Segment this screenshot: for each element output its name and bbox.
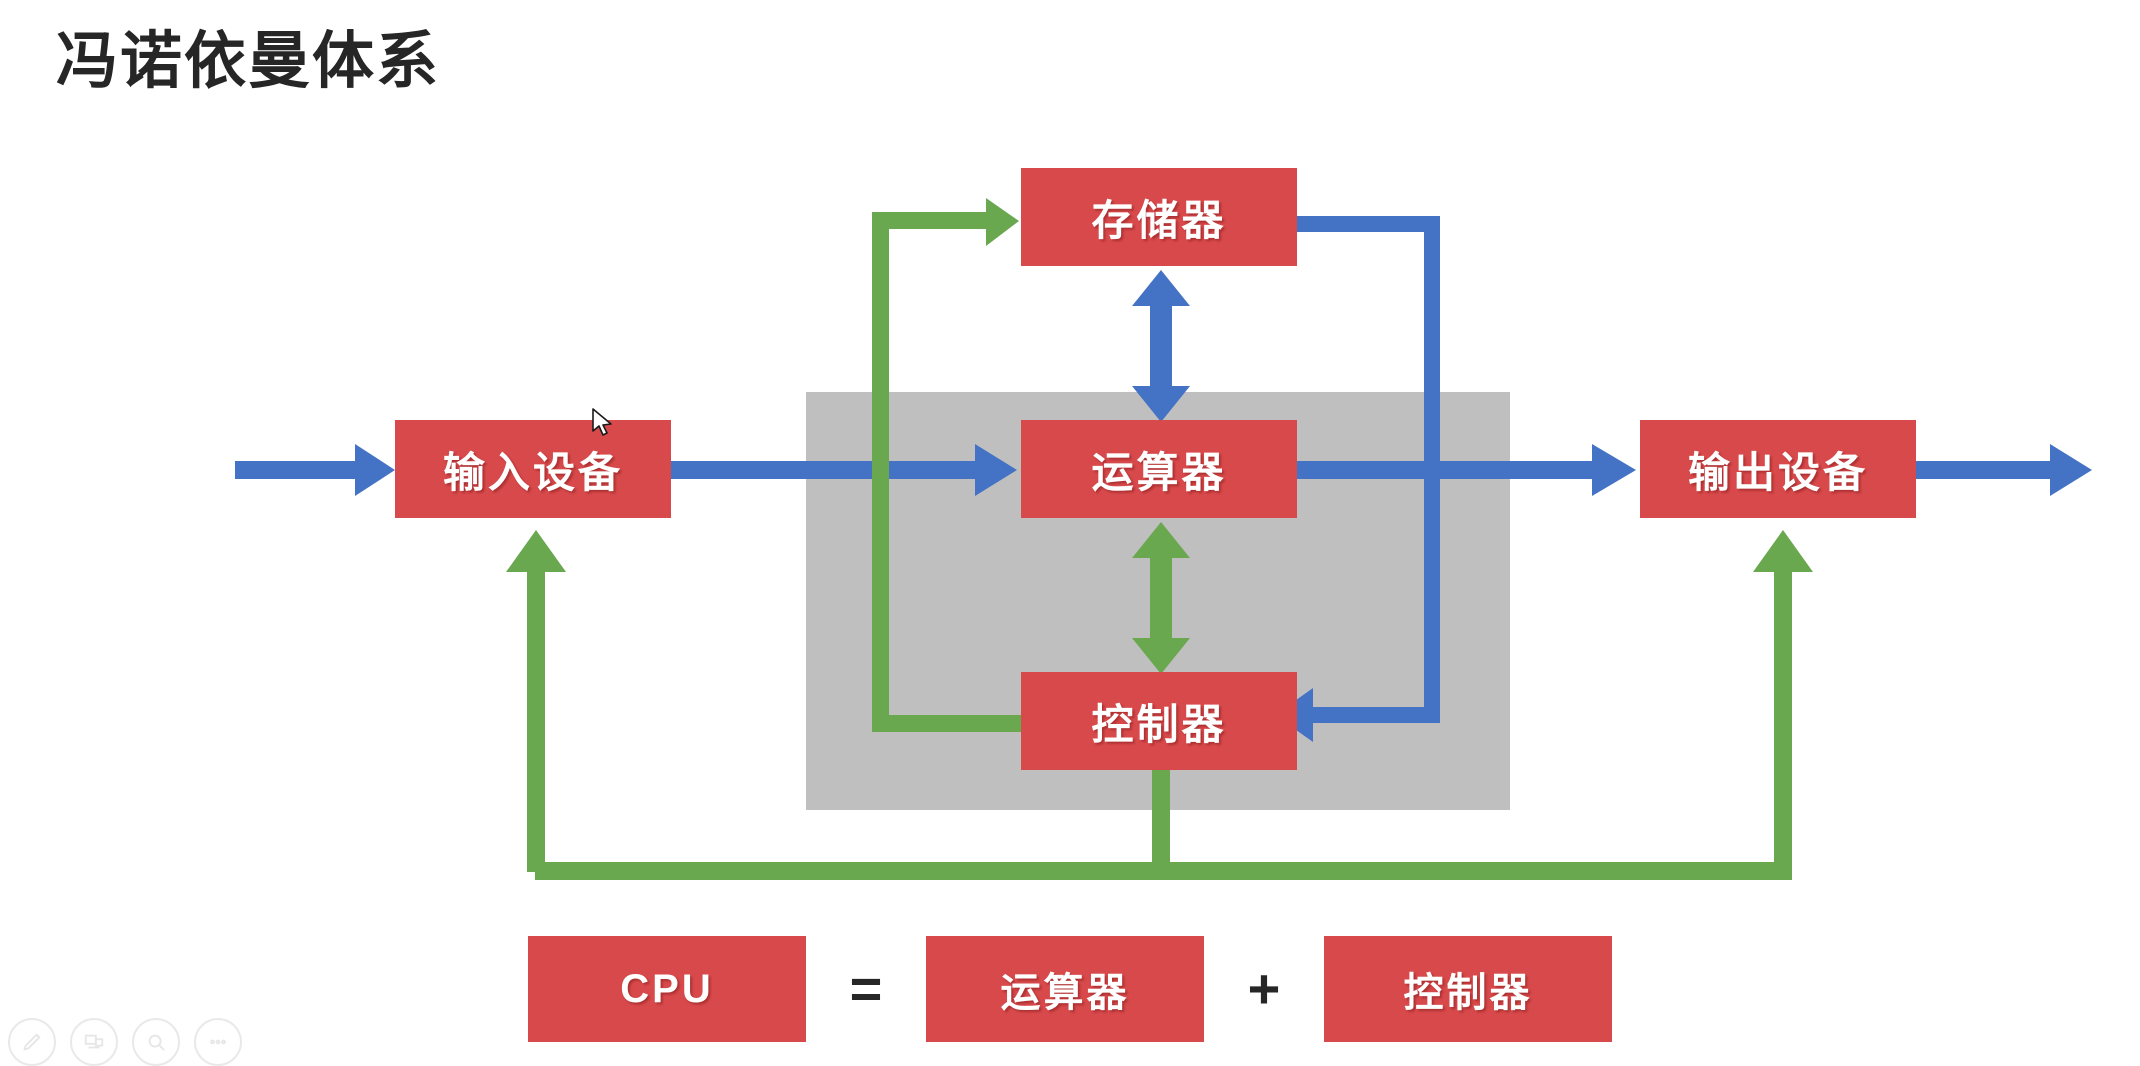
connector-output-to-external [1916,444,2092,496]
formula-equals-sign: = [849,957,883,1020]
connector-external-to-input [235,444,395,496]
node-output-device[interactable]: 输出设备 [1640,420,1916,518]
presentation-toolbar [8,1018,242,1066]
node-output-device-label: 输出设备 [1687,448,1868,496]
node-arithmetic-unit[interactable]: 运算器 [1021,420,1297,518]
cpu-formula-row: CPU = 运算器 + 控制器 [0,930,2140,1048]
node-input-device-label: 输入设备 [442,448,623,496]
pen-icon[interactable] [8,1018,56,1066]
node-controller[interactable]: 控制器 [1021,672,1297,770]
slide-canvas: 冯诺依曼体系 存储器 输入设备 运算器 输出设备 控制器 CPU = 运算器 +… [0,0,2140,1066]
formula-controller-label: 控制器 [1403,971,1533,1015]
node-storage[interactable]: 存储器 [1021,168,1297,266]
slideshow-icon[interactable] [70,1018,118,1066]
formula-cpu-box[interactable]: CPU [528,936,806,1042]
magnifier-icon[interactable] [132,1018,180,1066]
formula-cpu-label: CPU [620,966,714,1011]
node-input-device[interactable]: 输入设备 [395,420,671,518]
page-title: 冯诺依曼体系 [56,27,441,96]
formula-alu-box[interactable]: 运算器 [926,936,1204,1042]
more-options-icon[interactable] [194,1018,242,1066]
formula-controller-box[interactable]: 控制器 [1324,936,1612,1042]
formula-alu-label: 运算器 [1000,971,1130,1015]
node-arithmetic-unit-label: 运算器 [1091,448,1227,496]
node-controller-label: 控制器 [1091,700,1227,748]
node-storage-label: 存储器 [1091,196,1227,244]
mouse-cursor [592,408,614,440]
formula-plus-sign: + [1247,957,1281,1020]
